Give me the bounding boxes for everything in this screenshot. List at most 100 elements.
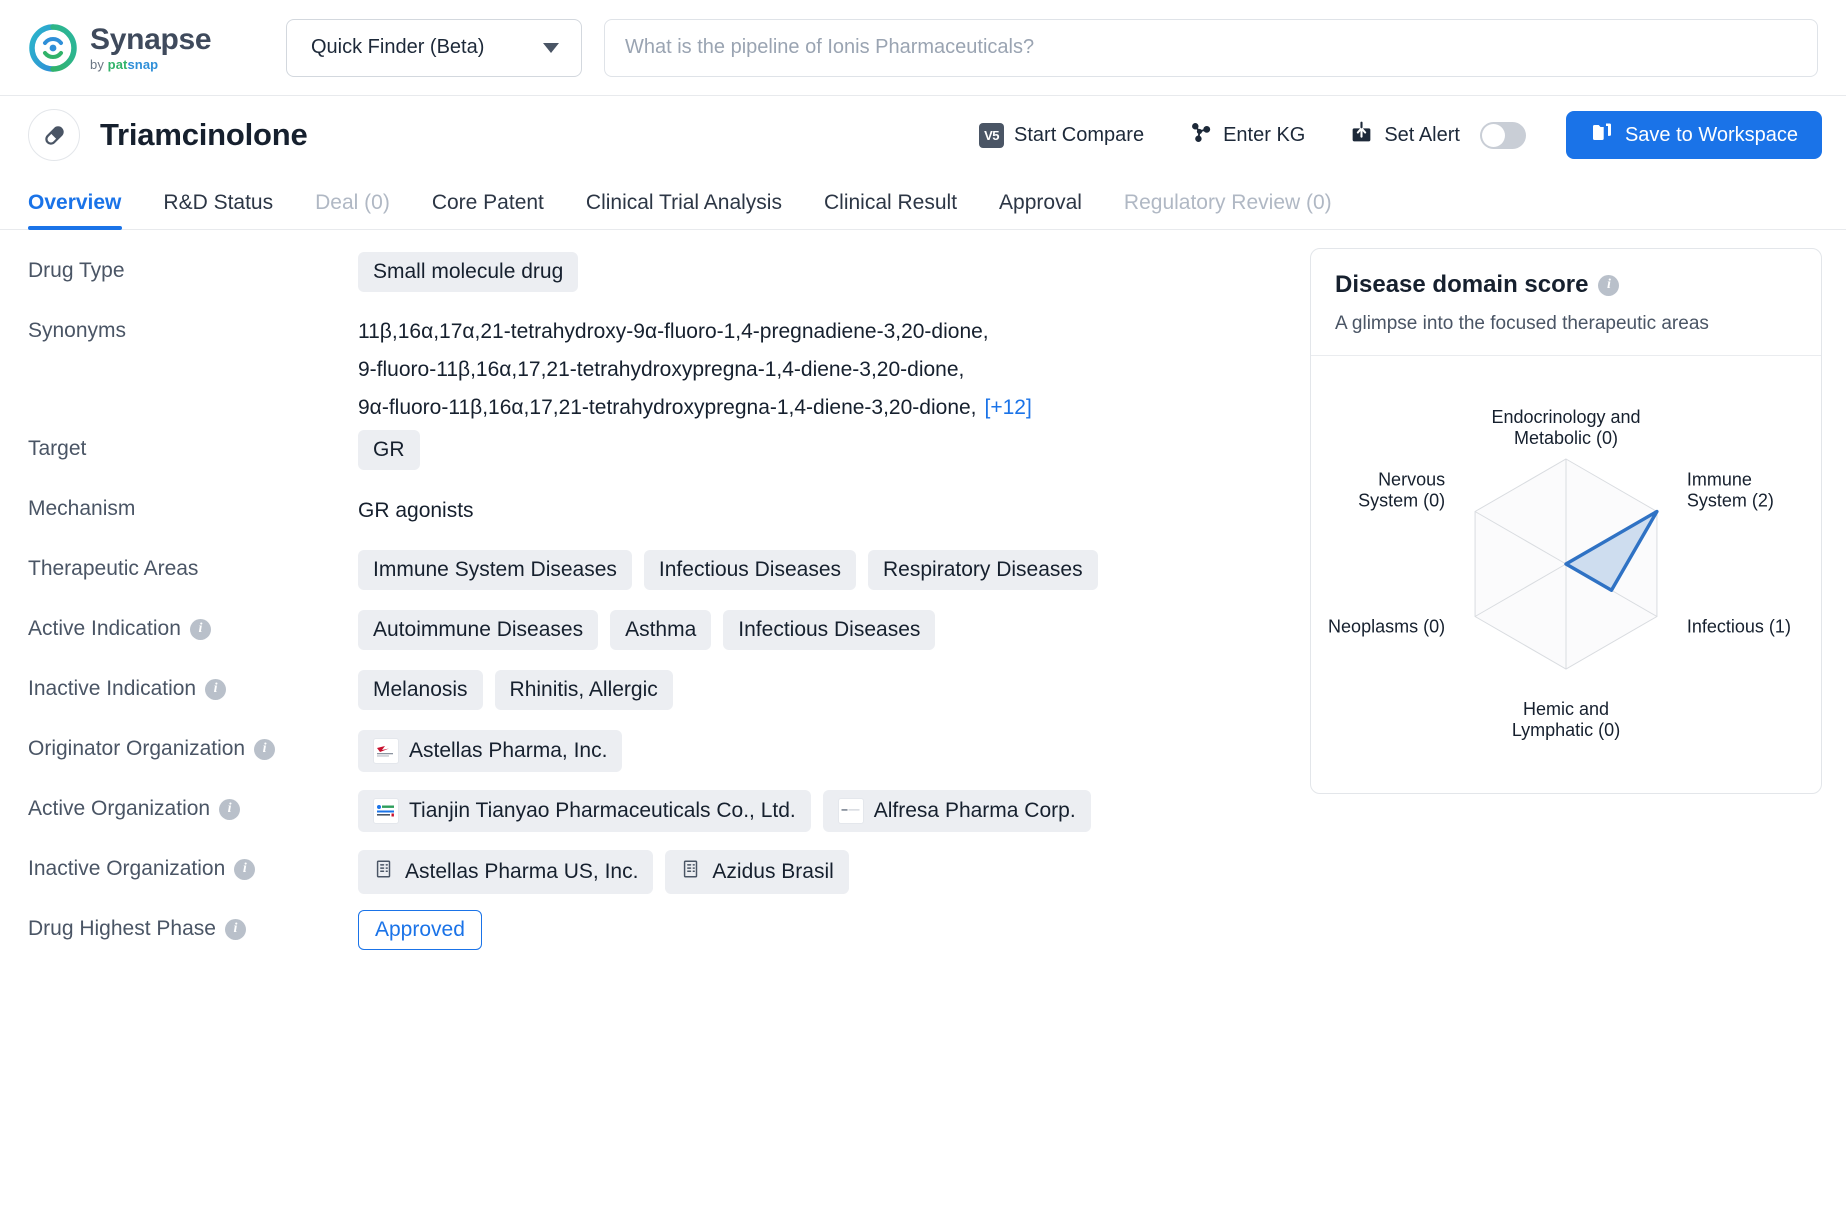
organization-name: Alfresa Pharma Corp. <box>874 799 1076 823</box>
chip-therapeutic-area[interactable]: Immune System Diseases <box>358 550 632 590</box>
chip-inactive-indication[interactable]: Melanosis <box>358 670 483 710</box>
field-label-inactive-indication: Inactive Indication <box>28 677 196 701</box>
field-synonyms: Synonyms 11β,16α,17α,21-tetrahydroxy-9α-… <box>28 308 1282 426</box>
svg-text:NervousSystem (0): NervousSystem (0) <box>1358 470 1445 511</box>
disease-domain-score-card: Disease domain score i A glimpse into th… <box>1310 248 1822 794</box>
active-organization-chips: Tianjin Tianyao Pharmaceuticals Co., Ltd… <box>358 790 1282 832</box>
inactive-indication-chips: Melanosis Rhinitis, Allergic <box>358 670 1282 710</box>
organization-name: Astellas Pharma, Inc. <box>409 739 607 763</box>
organization-name: Tianjin Tianyao Pharmaceuticals Co., Ltd… <box>409 799 796 823</box>
chip-active-indication[interactable]: Asthma <box>610 610 711 650</box>
drug-header: Triamcinolone V5 Start Compare Enter KG <box>0 96 1846 174</box>
building-icon <box>680 858 702 886</box>
field-label-target: Target <box>28 437 86 461</box>
brand-tagline: by patsnap <box>90 58 211 71</box>
info-icon[interactable]: i <box>205 679 226 700</box>
info-icon[interactable]: i <box>219 799 240 820</box>
mechanism-value: GR agonists <box>358 490 1282 532</box>
field-originator-organization: Originator Organization i Astellas Phar <box>28 726 1282 786</box>
brand-logo[interactable]: Synapse by patsnap <box>28 23 278 73</box>
info-icon[interactable]: i <box>234 859 255 880</box>
alfresa-logo-icon <box>838 798 864 824</box>
side-card-title: Disease domain score i <box>1335 271 1797 299</box>
chip-organization[interactable]: Alfresa Pharma Corp. <box>823 790 1091 832</box>
synonyms-more-link[interactable]: [+12] <box>985 396 1032 419</box>
top-bar: Synapse by patsnap Quick Finder (Beta) <box>0 0 1846 96</box>
field-drug-highest-phase: Drug Highest Phase i Approved <box>28 906 1282 966</box>
chip-organization[interactable]: Astellas Pharma US, Inc. <box>358 850 653 894</box>
pill-icon <box>28 109 80 161</box>
field-label-originator-organization: Originator Organization <box>28 737 245 761</box>
organization-name: Azidus Brasil <box>712 860 833 884</box>
alert-bell-icon <box>1349 120 1374 151</box>
target-chips: GR <box>358 430 1282 470</box>
search-box[interactable] <box>604 19 1818 77</box>
svg-text:Neoplasms (0): Neoplasms (0) <box>1328 617 1445 637</box>
info-icon[interactable]: i <box>254 739 275 760</box>
chip-inactive-indication[interactable]: Rhinitis, Allergic <box>495 670 673 710</box>
field-label-active-indication: Active Indication <box>28 617 181 641</box>
status-badge[interactable]: Approved <box>358 910 482 950</box>
info-icon[interactable]: i <box>225 919 246 940</box>
therapeutic-areas-chips: Immune System Diseases Infectious Diseas… <box>358 550 1282 590</box>
chip-organization[interactable]: Azidus Brasil <box>665 850 848 894</box>
field-label-active-organization: Active Organization <box>28 797 210 821</box>
synonym-text: 9α-fluoro-11β,16α,17,21-tetrahydroxypreg… <box>358 396 977 419</box>
tab-deal[interactable]: Deal (0) <box>294 191 411 229</box>
svg-text:ImmuneSystem (2): ImmuneSystem (2) <box>1687 470 1774 511</box>
field-inactive-organization: Inactive Organization i Astellas Pharma … <box>28 846 1282 906</box>
tab-core-patent[interactable]: Core Patent <box>411 191 565 229</box>
info-icon[interactable]: i <box>190 619 211 640</box>
search-input[interactable] <box>625 36 1797 59</box>
save-to-workspace-button[interactable]: Save to Workspace <box>1566 111 1822 159</box>
drug-type-chips: Small molecule drug <box>358 252 1282 292</box>
tab-rd-status[interactable]: R&D Status <box>142 191 294 229</box>
start-compare-label: Start Compare <box>1014 124 1144 147</box>
chip-active-indication[interactable]: Autoimmune Diseases <box>358 610 598 650</box>
originator-organization-chips: Astellas Pharma, Inc. <box>358 730 1282 772</box>
field-inactive-indication: Inactive Indication i Melanosis Rhinitis… <box>28 666 1282 726</box>
svg-text:Infectious (1): Infectious (1) <box>1687 617 1791 637</box>
radar-svg: Endocrinology andMetabolic (0)ImmuneSyst… <box>1311 366 1821 766</box>
chip-drug-type[interactable]: Small molecule drug <box>358 252 578 292</box>
chip-organization[interactable]: Tianjin Tianyao Pharmaceuticals Co., Ltd… <box>358 790 811 832</box>
page-title: Triamcinolone <box>100 117 308 153</box>
chip-therapeutic-area[interactable]: Respiratory Diseases <box>868 550 1098 590</box>
tab-regulatory-review[interactable]: Regulatory Review (0) <box>1103 191 1353 229</box>
field-active-indication: Active Indication i Autoimmune Diseases … <box>28 606 1282 666</box>
side-card-title-text: Disease domain score <box>1335 271 1588 299</box>
field-therapeutic-areas: Therapeutic Areas Immune System Diseases… <box>28 546 1282 606</box>
field-mechanism: Mechanism GR agonists <box>28 486 1282 546</box>
chevron-down-icon <box>543 43 559 53</box>
detail-fields: Drug Type Small molecule drug Synonyms 1… <box>28 248 1282 966</box>
synapse-logo-icon <box>28 23 78 73</box>
synonym-line: 9-fluoro-11β,16α,17,21-tetrahydroxypregn… <box>358 350 1282 388</box>
brand-name: Synapse <box>90 25 211 55</box>
set-alert-toggle[interactable] <box>1480 122 1526 149</box>
tab-clinical-result[interactable]: Clinical Result <box>803 191 978 229</box>
quick-finder-dropdown[interactable]: Quick Finder (Beta) <box>286 19 582 77</box>
save-to-workspace-label: Save to Workspace <box>1625 124 1798 147</box>
set-alert-label: Set Alert <box>1384 124 1460 147</box>
synonym-line: 11β,16α,17α,21-tetrahydroxy-9α-fluoro-1,… <box>358 312 1282 350</box>
start-compare-button[interactable]: V5 Start Compare <box>957 112 1166 158</box>
organization-name: Astellas Pharma US, Inc. <box>405 860 638 884</box>
knowledge-graph-icon <box>1188 120 1213 151</box>
tab-clinical-trial-analysis[interactable]: Clinical Trial Analysis <box>565 191 803 229</box>
svg-text:Hemic andLymphatic (0): Hemic andLymphatic (0) <box>1512 699 1620 740</box>
active-indication-chips: Autoimmune Diseases Asthma Infectious Di… <box>358 610 1282 650</box>
tab-overview[interactable]: Overview <box>28 191 142 229</box>
chip-active-indication[interactable]: Infectious Diseases <box>723 610 935 650</box>
field-target: Target GR <box>28 426 1282 486</box>
chip-organization[interactable]: Astellas Pharma, Inc. <box>358 730 622 772</box>
field-label-synonyms: Synonyms <box>28 319 126 343</box>
set-alert-button[interactable]: Set Alert <box>1327 112 1548 158</box>
chip-target[interactable]: GR <box>358 430 420 470</box>
chip-therapeutic-area[interactable]: Infectious Diseases <box>644 550 856 590</box>
overview-body: Drug Type Small molecule drug Synonyms 1… <box>0 230 1846 966</box>
info-icon[interactable]: i <box>1598 275 1619 296</box>
tab-approval[interactable]: Approval <box>978 191 1103 229</box>
enter-kg-button[interactable]: Enter KG <box>1166 112 1327 158</box>
tab-bar: Overview R&D Status Deal (0) Core Patent… <box>0 174 1846 230</box>
disease-domain-radar-chart: Endocrinology andMetabolic (0)ImmuneSyst… <box>1311 355 1821 793</box>
